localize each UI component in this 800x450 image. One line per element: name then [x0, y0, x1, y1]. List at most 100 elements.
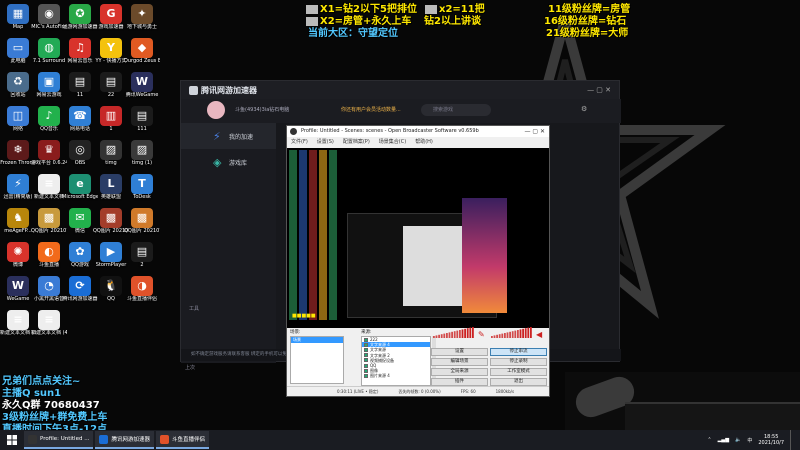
scenes-label: 场景:	[290, 330, 301, 335]
meter-bar	[466, 328, 469, 338]
taskbar-app[interactable]: 腾讯网游加速器	[95, 431, 154, 449]
app-icon: ✺	[7, 242, 29, 262]
desktop: ▦ Map ◉ MIC's AutoFire ✪ 迅游网游加速器 G 游戏加速器 ✦ 地下城与勇士…	[0, 0, 800, 450]
overlay-line-3: 当前大区：守望定位	[308, 28, 398, 39]
source-checkbox[interactable]	[364, 368, 368, 373]
app-icon: ✿	[69, 242, 91, 262]
app-icon: ▤	[69, 72, 91, 92]
desktop-icon[interactable]: ▩QQ图片 20210731...	[124, 208, 160, 235]
desktop-icon[interactable]: ≡ 新建文本文档 (4)	[31, 310, 67, 337]
nav-game-library[interactable]: ◈ 游戏库	[181, 149, 276, 175]
launcher-header: 斗鱼(4934)3ia钻石电脑 你还有用户会员活动数量... 搜索游戏 ⚙	[181, 99, 621, 123]
edit-scene-button[interactable]: 编辑场景	[431, 358, 488, 366]
app-icon: ▨	[100, 140, 122, 160]
app-icon: ◎	[69, 140, 91, 160]
launcher-titlebar: 腾讯网游加速器 — ▢ ✕	[181, 81, 619, 99]
webcam-feed	[565, 372, 800, 430]
desktop-icon[interactable]: ✦ 地下城与勇士	[124, 4, 160, 31]
obs-preview[interactable]: ■■■■■	[287, 148, 549, 328]
start-button[interactable]	[0, 430, 24, 450]
meter-bar	[451, 331, 453, 338]
obs-title: Profile: Untitled - Scenes: scenes - Ope…	[301, 128, 479, 134]
launcher-window-controls[interactable]: — ▢ ✕	[587, 86, 611, 94]
meter-bar	[491, 336, 493, 338]
desktop-icon-label: Durgod Zeus Engine	[124, 58, 160, 64]
desktop-icon-label: 新建文本文档 (4)	[31, 330, 67, 336]
meter-bar	[504, 333, 506, 338]
avatar[interactable]	[207, 101, 225, 119]
meter-bar	[469, 327, 472, 338]
desktop-icon-label: QQ图片 20210731...	[124, 228, 160, 234]
gear-icon[interactable]: ⚙	[581, 105, 587, 113]
desktop-icon-label: 2	[140, 262, 144, 268]
desktop-icon[interactable]: ◑ 斗鱼直播伴侣	[124, 276, 160, 303]
desktop-icon[interactable]: T ToDesk	[124, 174, 160, 201]
settings-button[interactable]: 设置	[431, 348, 488, 356]
global-sources-button[interactable]: 全局来源	[431, 368, 488, 376]
meter-bar	[509, 331, 511, 338]
menu-profiles[interactable]: 配置档案(P)	[343, 137, 370, 148]
nav-my-acceleration[interactable]: ⚡ 我的加速	[181, 123, 276, 149]
taskbar-app-label: Profile: Untitled ...	[40, 436, 90, 442]
taskbar-app-icon	[28, 434, 37, 444]
network-icon[interactable]: ▂▄▆	[718, 437, 730, 443]
meter-bar	[511, 331, 514, 338]
meter-bar	[519, 329, 522, 338]
overlay-line-2-mid: 钻2以上讲谈	[424, 16, 481, 27]
plugins-button[interactable]: 插件	[431, 378, 488, 386]
app-icon: ♫	[69, 38, 91, 58]
source-checkbox[interactable]	[364, 353, 368, 358]
meter-bar	[446, 333, 448, 338]
clock[interactable]: 18:55 2021/10/7	[758, 434, 784, 446]
source-item[interactable]: 图片来源 4	[362, 373, 430, 378]
meter-bar	[493, 335, 496, 338]
taskbar-app[interactable]: Profile: Untitled ...	[24, 431, 94, 449]
menu-settings[interactable]: 设置(S)	[317, 137, 334, 148]
launcher-notice[interactable]: 你还有用户会员活动数量...	[341, 106, 401, 113]
meter-bar	[448, 332, 451, 338]
source-checkbox[interactable]	[364, 363, 368, 368]
meter-bar	[443, 333, 446, 338]
stop-record-button[interactable]: 停止录制	[490, 358, 547, 366]
source-checkbox[interactable]	[364, 373, 368, 378]
meter-bar	[527, 327, 530, 338]
show-desktop-button[interactable]	[790, 430, 794, 450]
menu-file[interactable]: 文件(F)	[291, 137, 308, 148]
menu-help[interactable]: 帮助(H)	[415, 137, 433, 148]
app-icon: G	[100, 4, 122, 24]
obs-window-controls[interactable]: — ▢ ✕	[524, 126, 545, 137]
desktop-icon[interactable]: W 腾讯WeGame	[124, 72, 160, 99]
desktop-icon[interactable]: ▨ timg (1)	[124, 140, 160, 167]
bolt-icon: ⚡	[213, 129, 221, 143]
source-checkbox[interactable]	[364, 347, 368, 352]
speaker-icon[interactable]: ◀	[536, 330, 543, 338]
app-icon: ≡	[7, 310, 29, 330]
app-icon: ✦	[131, 4, 153, 24]
meter-bar	[438, 334, 440, 338]
app-icon: ▤	[100, 72, 122, 92]
preview-art	[462, 198, 507, 313]
meter-bar	[498, 334, 501, 338]
studio-mode-button[interactable]: 工作室模式	[490, 368, 547, 376]
volume-icon[interactable]: 🔈	[735, 437, 741, 443]
mic-icon[interactable]: ✎	[478, 330, 485, 338]
search-input[interactable]: 搜索游戏	[421, 104, 491, 116]
stop-stream-button[interactable]: 停止串流	[490, 348, 547, 356]
source-checkbox[interactable]	[364, 337, 368, 342]
status-fps: FPS: 60	[460, 389, 476, 394]
scene-item[interactable]: 场景	[291, 337, 343, 343]
sources-list[interactable]: 222 文字来源 4 文字来源 文字来源 2 视频捕捉设备 QQ 图像 图片来源 4	[361, 336, 431, 386]
desktop-icon[interactable]: ◆Durgod Zeus Engine	[124, 38, 160, 65]
menu-scene-collection[interactable]: 场景集合(C)	[379, 137, 406, 148]
source-checkbox[interactable]	[364, 342, 368, 347]
ime-icon[interactable]: 中	[747, 437, 752, 444]
chevron-up-icon[interactable]: ⌃	[707, 437, 711, 443]
exit-button[interactable]: 退出	[490, 378, 547, 386]
taskbar-app[interactable]: 斗鱼直播伴侣	[155, 431, 209, 449]
windows-icon	[7, 435, 17, 445]
source-checkbox[interactable]	[364, 358, 368, 363]
app-icon: ♛	[38, 140, 60, 160]
scenes-list[interactable]: 场景	[290, 336, 344, 384]
desktop-icon[interactable]: ▤ 2	[124, 242, 160, 269]
desktop-icon[interactable]: ▤ 111	[124, 106, 160, 133]
